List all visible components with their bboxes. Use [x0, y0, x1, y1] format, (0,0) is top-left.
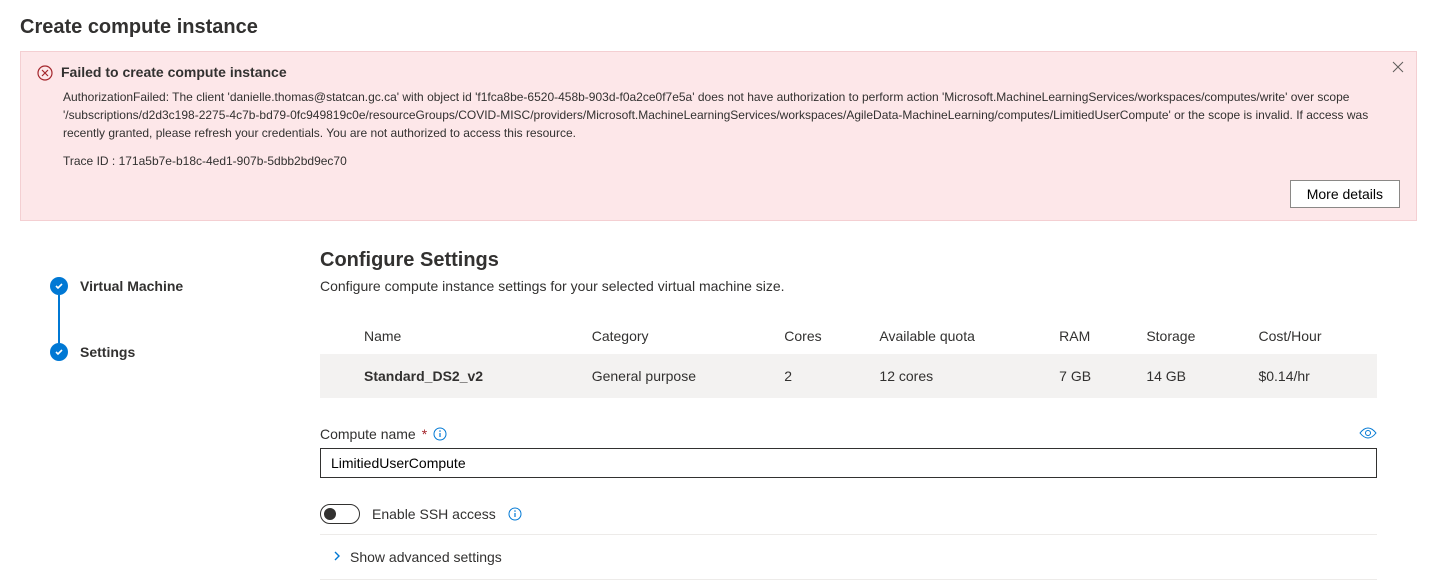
vm-size-table: Name Category Cores Available quota RAM … [320, 318, 1377, 398]
col-category: Category [578, 318, 771, 354]
section-desc: Configure compute instance settings for … [320, 278, 1377, 294]
chevron-right-icon [332, 549, 342, 565]
eye-icon[interactable] [1359, 426, 1377, 442]
alert-trace: Trace ID : 171a5b7e-b18c-4ed1-907b-5dbb2… [63, 154, 1400, 168]
close-alert-button[interactable] [1392, 60, 1404, 76]
alert-body: AuthorizationFailed: The client 'daniell… [63, 88, 1400, 142]
step-label: Virtual Machine [80, 278, 183, 294]
more-details-button[interactable]: More details [1290, 180, 1400, 208]
cell-ram: 7 GB [1045, 354, 1132, 398]
step-label: Settings [80, 344, 135, 360]
section-title: Configure Settings [320, 249, 1377, 272]
step-connector [58, 295, 60, 343]
cell-name: Standard_DS2_v2 [320, 354, 578, 398]
cell-storage: 14 GB [1132, 354, 1244, 398]
close-icon [1392, 61, 1404, 73]
col-name: Name [320, 318, 578, 354]
step-settings[interactable]: Settings [50, 343, 288, 361]
cell-category: General purpose [578, 354, 771, 398]
required-indicator: * [422, 426, 427, 442]
col-quota: Available quota [865, 318, 1045, 354]
main-content: Configure Settings Configure compute ins… [320, 237, 1417, 580]
compute-name-input[interactable] [320, 448, 1377, 478]
step-virtual-machine[interactable]: Virtual Machine [50, 277, 288, 295]
col-cores: Cores [770, 318, 865, 354]
table-row[interactable]: Standard_DS2_v2 General purpose 2 12 cor… [320, 354, 1377, 398]
alert-title: Failed to create compute instance [61, 64, 287, 80]
check-icon [50, 343, 68, 361]
cell-cores: 2 [770, 354, 865, 398]
page-title: Create compute instance [0, 0, 1437, 51]
col-cost: Cost/Hour [1244, 318, 1377, 354]
compute-name-label: Compute name * [320, 426, 447, 442]
col-storage: Storage [1132, 318, 1244, 354]
stepper-nav: Virtual Machine Settings [20, 237, 300, 580]
ssh-toggle-row: Enable SSH access [320, 494, 1377, 535]
error-icon [37, 65, 53, 84]
table-header-row: Name Category Cores Available quota RAM … [320, 318, 1377, 354]
info-icon[interactable] [433, 427, 447, 441]
ssh-label: Enable SSH access [372, 506, 496, 522]
cell-quota: 12 cores [865, 354, 1045, 398]
check-icon [50, 277, 68, 295]
advanced-label: Show advanced settings [350, 549, 502, 565]
cell-cost: $0.14/hr [1244, 354, 1377, 398]
toggle-knob [324, 508, 336, 520]
col-ram: RAM [1045, 318, 1132, 354]
error-alert: Failed to create compute instance Author… [20, 51, 1417, 221]
show-advanced-settings[interactable]: Show advanced settings [320, 535, 1377, 580]
info-icon[interactable] [508, 507, 522, 521]
ssh-toggle[interactable] [320, 504, 360, 524]
